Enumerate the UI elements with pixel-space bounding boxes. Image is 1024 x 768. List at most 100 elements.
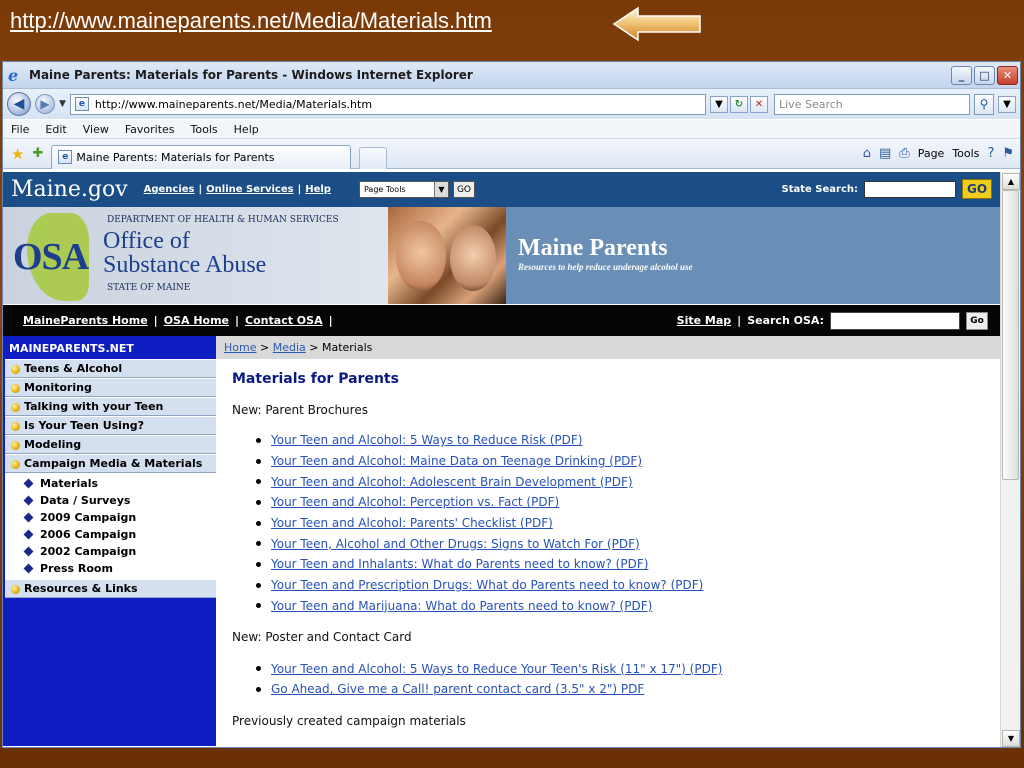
search-osa-input[interactable]: [830, 311, 960, 330]
menu-file[interactable]: File: [11, 123, 29, 136]
breadcrumb-media[interactable]: Media: [273, 341, 306, 354]
poster-link[interactable]: Your Teen and Alcohol: 5 Ways to Reduce …: [256, 658, 1000, 679]
brochure-link[interactable]: Your Teen, Alcohol and Other Drugs: Sign…: [256, 533, 1000, 554]
page-menu[interactable]: Page: [918, 147, 945, 160]
research-icon[interactable]: ⚑: [1002, 146, 1014, 161]
history-dropdown-icon[interactable]: ▼: [59, 99, 66, 109]
subitem-materials[interactable]: Materials: [5, 475, 216, 492]
menu-favorites[interactable]: Favorites: [125, 123, 175, 136]
site-map-link[interactable]: Site Map: [677, 314, 731, 327]
sidebar-item-label: Is Your Teen Using?: [24, 419, 145, 432]
breadcrumb-current: Materials: [321, 341, 373, 354]
sidebar-item-monitoring[interactable]: Monitoring: [5, 378, 216, 397]
search-options-icon[interactable]: ▼: [998, 95, 1016, 113]
breadcrumb-separator: >: [309, 341, 319, 354]
dept-label: DEPARTMENT OF HEALTH & HUMAN SERVICES: [107, 215, 339, 225]
add-favorite-icon[interactable]: ✚: [32, 146, 43, 161]
brochure-link[interactable]: Your Teen and Alcohol: Parents' Checklis…: [256, 513, 1000, 534]
maximize-button[interactable]: □: [974, 65, 995, 85]
home-icon[interactable]: ⌂: [863, 146, 871, 161]
subitem-data-surveys[interactable]: Data / Surveys: [5, 492, 216, 509]
help-icon[interactable]: ?: [987, 146, 994, 161]
menu-tools[interactable]: Tools: [191, 123, 218, 136]
slide-url-link[interactable]: http://www.maineparents.net/Media/Materi…: [10, 8, 492, 34]
help-link[interactable]: Help: [305, 184, 331, 195]
sidebar-item-is-your-teen-using[interactable]: Is Your Teen Using?: [5, 416, 216, 435]
mother-face: [396, 221, 446, 291]
sidebar-item-modeling[interactable]: Modeling: [5, 435, 216, 454]
page-tools-label: Page Tools: [363, 185, 406, 194]
menu-edit[interactable]: Edit: [45, 123, 66, 136]
state-search-go-button[interactable]: GO: [962, 179, 992, 199]
scroll-down-icon[interactable]: ▼: [1002, 730, 1020, 747]
title-bar: e Maine Parents: Materials for Parents -…: [3, 62, 1020, 89]
search-osa-go-button[interactable]: Go: [966, 311, 988, 330]
brochure-link[interactable]: Your Teen and Alcohol: Perception vs. Fa…: [256, 492, 1000, 513]
banner-title: Maine Parents: [518, 235, 668, 261]
page-tools-go-button[interactable]: GO: [452, 181, 475, 198]
page-tools-select[interactable]: Page Tools ▼: [358, 181, 449, 198]
agencies-link[interactable]: Agencies: [144, 184, 195, 195]
breadcrumb-home[interactable]: Home: [224, 341, 256, 354]
refresh-icon[interactable]: ↻: [730, 95, 748, 113]
maine-gov-bar: Maine.gov Agencies | Online Services | Hel…: [3, 172, 1000, 207]
subitem-label: Materials: [40, 477, 99, 490]
diamond-icon: [23, 529, 34, 540]
back-arrow-icon[interactable]: [612, 6, 702, 42]
close-button[interactable]: ✕: [997, 65, 1018, 85]
subitem-label: Data / Surveys: [40, 494, 131, 507]
tab-title: Maine Parents: Materials for Parents: [76, 150, 275, 164]
brochure-link[interactable]: Your Teen and Prescription Drugs: What d…: [256, 575, 1000, 596]
contact-osa-link[interactable]: Contact OSA: [245, 314, 323, 327]
subitem-press-room[interactable]: Press Room: [5, 560, 216, 577]
search-icon[interactable]: ⚲: [974, 93, 994, 115]
forward-button[interactable]: ▶: [35, 94, 55, 114]
previous-materials-heading: Previously created campaign materials: [232, 713, 466, 728]
subitem-label: 2002 Campaign: [40, 545, 137, 558]
breadcrumb-separator: >: [259, 341, 270, 354]
scroll-up-icon[interactable]: ▲: [1002, 173, 1020, 190]
url-field[interactable]: e http://www.maineparents.net/Media/Mate…: [69, 93, 706, 115]
osa-logo[interactable]: DEPARTMENT OF HEALTH & HUMAN SERVICES OS…: [3, 207, 388, 304]
sidebar-item-teens-alcohol[interactable]: Teens & Alcohol: [5, 359, 216, 378]
poster-link[interactable]: Go Ahead, Give me a Call! parent contact…: [256, 679, 1000, 700]
minimize-button[interactable]: _: [951, 65, 972, 85]
tab-bar: ★ ✚ e Maine Parents: Materials for Paren…: [3, 139, 1020, 169]
brochure-link[interactable]: Your Teen and Alcohol: Maine Data on Tee…: [256, 451, 1000, 472]
office-name: Office of Substance Abuse: [103, 229, 266, 277]
subitem-2006-campaign[interactable]: 2006 Campaign: [5, 526, 216, 543]
url-dropdown-icon[interactable]: ▼: [710, 95, 728, 113]
bullet-icon: [11, 585, 20, 594]
stop-icon[interactable]: ✕: [750, 95, 768, 113]
osa-home-link[interactable]: OSA Home: [164, 314, 229, 327]
sidebar-item-campaign-media[interactable]: Campaign Media & Materials: [5, 454, 216, 473]
brochure-link[interactable]: Your Teen and Marijuana: What do Parents…: [256, 596, 1000, 617]
back-button[interactable]: ◀: [7, 92, 31, 116]
tab-current[interactable]: e Maine Parents: Materials for Parents: [51, 144, 352, 169]
favorites-star-icon[interactable]: ★: [11, 145, 24, 163]
print-icon[interactable]: ⎙: [899, 146, 909, 161]
diamond-icon: [23, 478, 34, 489]
search-input[interactable]: Live Search: [774, 93, 970, 115]
scroll-thumb[interactable]: [1002, 190, 1019, 480]
maineparents-home-link[interactable]: MaineParents Home: [23, 314, 148, 327]
state-search-input[interactable]: [864, 180, 956, 198]
brochure-link[interactable]: Your Teen and Alcohol: 5 Ways to Reduce …: [256, 430, 1000, 451]
new-tab-button[interactable]: [359, 146, 388, 169]
tools-menu[interactable]: Tools: [952, 147, 979, 160]
subitem-2009-campaign[interactable]: 2009 Campaign: [5, 509, 216, 526]
feeds-icon[interactable]: ▤: [879, 146, 891, 161]
sidebar-item-talking[interactable]: Talking with your Teen: [5, 397, 216, 416]
office-line-1: Office of: [103, 228, 190, 254]
sidebar-item-resources-links[interactable]: Resources & Links: [5, 579, 216, 598]
maine-gov-logo[interactable]: Maine.gov: [11, 177, 128, 202]
brochure-link[interactable]: Your Teen and Alcohol: Adolescent Brain …: [256, 471, 1000, 492]
online-services-link[interactable]: Online Services: [206, 184, 293, 195]
menu-help[interactable]: Help: [234, 123, 259, 136]
subitem-label: Press Room: [40, 562, 113, 575]
brochure-link[interactable]: Your Teen and Inhalants: What do Parents…: [256, 554, 1000, 575]
menu-view[interactable]: View: [83, 123, 109, 136]
vertical-scrollbar[interactable]: ▲ ▼: [1000, 172, 1020, 747]
subitem-2002-campaign[interactable]: 2002 Campaign: [5, 543, 216, 560]
sidebar-heading[interactable]: MAINEPARENTS.NET: [3, 336, 216, 359]
